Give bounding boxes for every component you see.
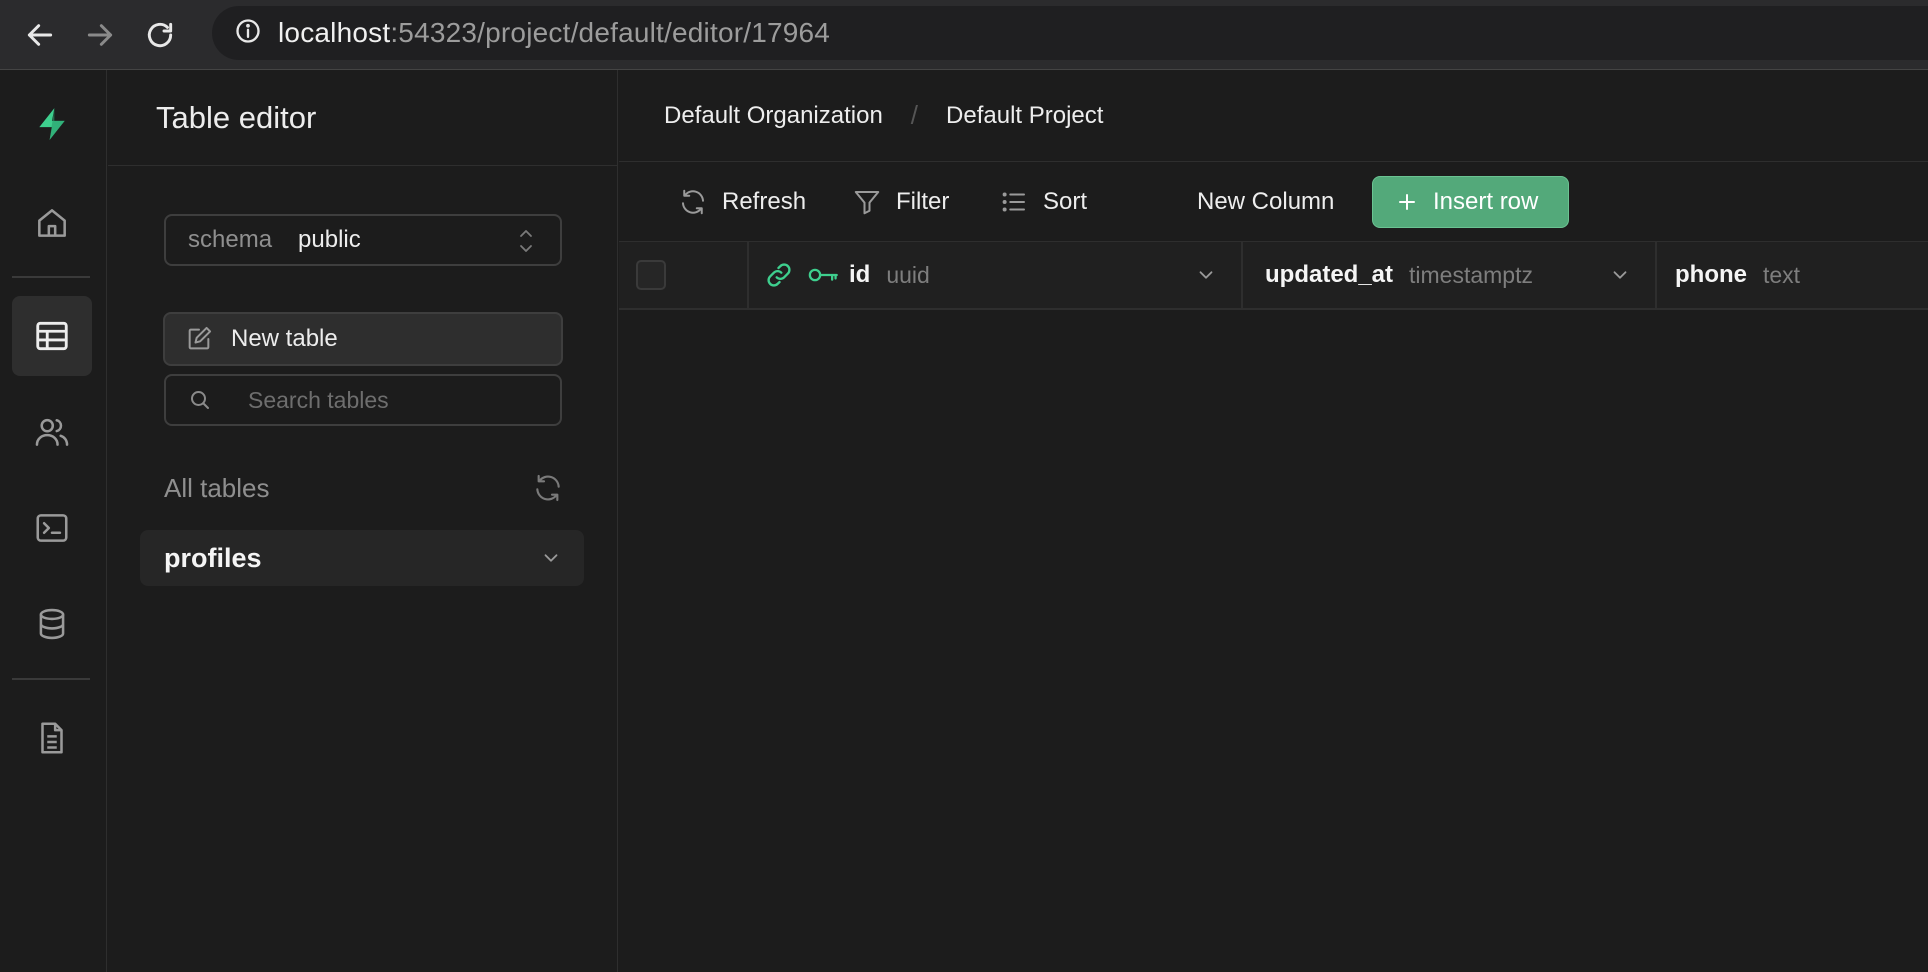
filter-label: Filter [896, 188, 950, 215]
refresh-icon [682, 189, 704, 215]
rail-api-docs[interactable] [12, 698, 92, 778]
select-all-column [619, 242, 749, 308]
back-button[interactable] [10, 7, 70, 63]
refresh-label: Refresh [722, 188, 807, 215]
chevron-down-icon[interactable] [1609, 264, 1631, 286]
search-tables-input[interactable] [248, 386, 528, 414]
column-type: timestamptz [1409, 261, 1533, 288]
column-name: updated_at [1265, 261, 1394, 288]
arrow-left-icon [27, 23, 53, 46]
new-table-label: New table [231, 325, 338, 352]
column-name: id [849, 261, 871, 288]
search-tables-field[interactable] [164, 374, 562, 426]
home-icon [38, 209, 66, 237]
column-header-id[interactable]: id uuid [749, 242, 1243, 308]
arrow-right-icon [87, 23, 113, 46]
all-tables-label: All tables [164, 472, 270, 503]
chevron-up-down-icon [520, 230, 532, 252]
filter-icon [854, 191, 880, 215]
select-all-checkbox[interactable] [636, 260, 666, 290]
address-bar[interactable]: localhost:54323/project/default/editor/1… [212, 6, 1928, 60]
edit-icon [188, 326, 212, 350]
new-table-button[interactable]: New table [163, 312, 563, 366]
schema-label: schema [188, 226, 273, 253]
column-name: phone [1675, 261, 1747, 288]
url-text: localhost:54323/project/default/editor/1… [278, 17, 831, 48]
filter-button[interactable]: Filter [852, 182, 949, 222]
key-icon [808, 268, 838, 282]
rail-table-editor[interactable] [12, 296, 92, 376]
grid-toolbar: Refresh Filter Sort New Column Insert ro… [619, 162, 1928, 242]
table-editor-sidebar: Table editor schema public New table All… [108, 70, 618, 972]
document-icon [41, 722, 63, 754]
rail-authentication[interactable] [12, 392, 92, 472]
rail-sql-editor[interactable] [12, 488, 92, 568]
refresh-tables-icon[interactable] [532, 472, 564, 504]
list-icon [1002, 192, 1025, 212]
supabase-logo[interactable] [12, 84, 92, 164]
insert-row-button[interactable]: Insert row [1372, 176, 1569, 228]
chevron-down-icon[interactable] [540, 547, 562, 569]
plus-icon [1399, 194, 1415, 210]
table-name: profiles [164, 542, 262, 573]
all-tables-header: All tables [164, 472, 564, 504]
main-area: Default Organization / Default Project R… [619, 70, 1928, 972]
users-icon [35, 418, 69, 446]
breadcrumb-project[interactable]: Default Project [946, 102, 1103, 130]
terminal-icon [36, 514, 68, 542]
breadcrumb-separator: / [910, 100, 919, 130]
link-icon [767, 263, 791, 287]
column-header-updated-at[interactable]: updated_at timestamptz [1249, 242, 1657, 308]
rail-database[interactable] [12, 584, 92, 664]
table-list-item-profiles[interactable]: profiles [140, 530, 584, 586]
table-icon [36, 321, 68, 351]
breadcrumb: Default Organization / Default Project [619, 70, 1928, 162]
grid-header: id uuid updated_at timestamptz phone tex… [619, 242, 1928, 310]
sidebar-header: Table editor [108, 70, 617, 166]
sort-button[interactable]: Sort [999, 182, 1087, 222]
column-type: text [1763, 261, 1801, 288]
forward-button[interactable] [70, 7, 130, 63]
reload-button[interactable] [130, 7, 190, 63]
search-icon [191, 391, 209, 409]
browser-toolbar: localhost:54323/project/default/editor/1… [0, 0, 1928, 70]
sidebar-title: Table editor [156, 99, 317, 135]
sort-label: Sort [1043, 188, 1088, 215]
new-column-label: New Column [1197, 188, 1335, 215]
column-header-phone[interactable]: phone text [1657, 242, 1928, 308]
schema-select[interactable]: schema public [164, 214, 562, 266]
refresh-button[interactable]: Refresh [678, 182, 806, 222]
reload-icon [147, 22, 173, 47]
supabase-logo-icon [39, 108, 65, 140]
rail-home[interactable] [12, 183, 92, 263]
icon-rail [0, 70, 107, 972]
schema-value: public [298, 226, 361, 253]
new-column-button[interactable]: New Column [1197, 182, 1334, 222]
insert-row-label: Insert row [1433, 188, 1539, 215]
breadcrumb-organization[interactable]: Default Organization [664, 102, 883, 130]
column-type: uuid [886, 261, 930, 288]
site-info-icon[interactable] [234, 17, 262, 50]
chevron-down-icon[interactable] [1195, 264, 1217, 286]
database-icon [39, 608, 65, 640]
